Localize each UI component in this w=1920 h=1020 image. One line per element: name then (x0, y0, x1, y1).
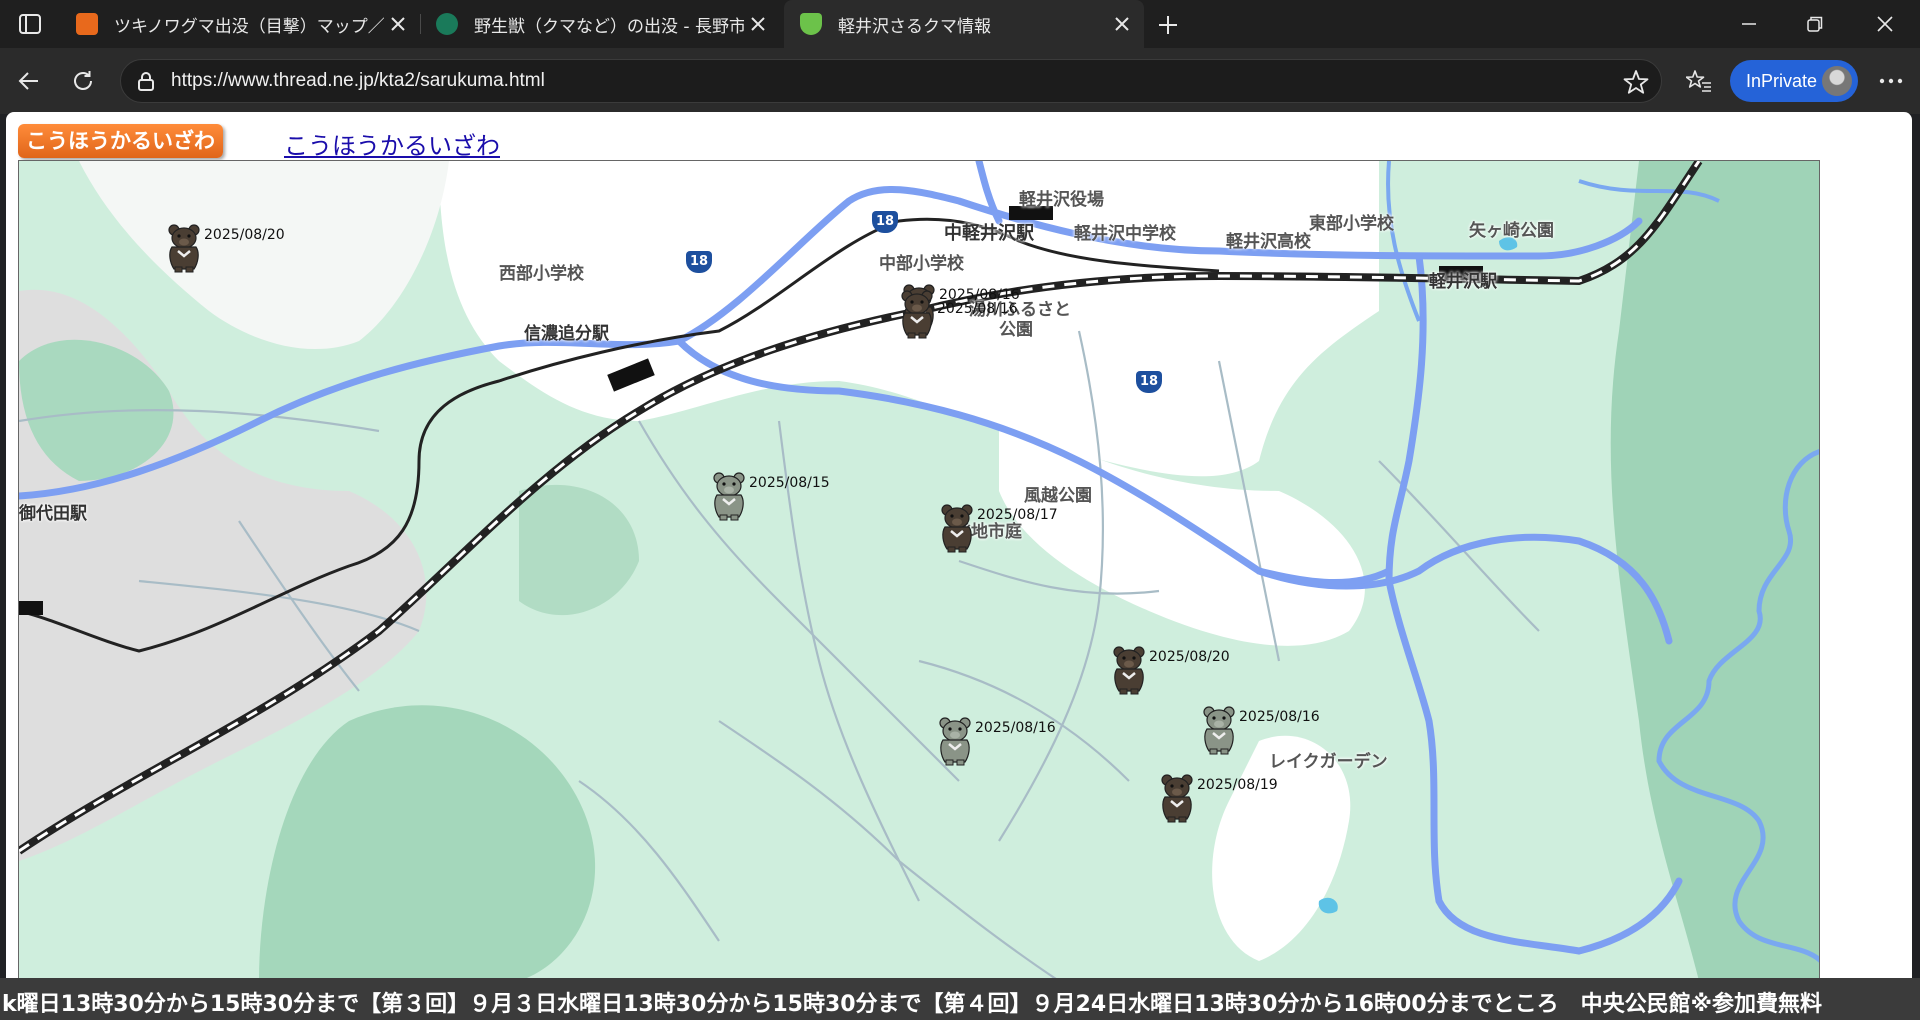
news-ticker: k曜日13時30分から15時30分まで【第３回】９月３日水曜日13時30分から1… (0, 978, 1920, 1020)
map-label-yagasaki-park: 矢ヶ崎公園 (1469, 221, 1554, 241)
tab-title: 野生獣（クマなど）の出没 - 長野市 (474, 16, 744, 37)
bear-sighting-date: 2025/08/17 (977, 507, 1058, 523)
new-tab-button[interactable] (1153, 10, 1183, 40)
tab-close-icon[interactable] (1108, 10, 1136, 38)
bear-sighting-date: 2025/08/16 (1239, 709, 1320, 725)
address-bar[interactable]: https://www.thread.ne.jp/kta2/sarukuma.h… (120, 59, 1662, 103)
minimize-icon (1742, 23, 1756, 25)
bear-sighting-date: 2025/08/19 (1197, 777, 1278, 793)
map-label-karuizawa-jhs: 軽井沢中学校 (1074, 224, 1176, 244)
avatar (1822, 66, 1852, 96)
map-label-karuizawa-station: 軽井沢駅 (1429, 272, 1497, 292)
tab-actions-icon (19, 14, 41, 34)
bear-marker-icon[interactable] (164, 223, 204, 273)
bear-marker-icon[interactable] (937, 503, 977, 553)
bear-marker-icon[interactable] (1199, 705, 1239, 755)
refresh-button[interactable] (64, 62, 102, 100)
map-label-miyota-station: 御代田駅 (19, 504, 87, 524)
map-label-chubu-es: 中部小学校 (879, 254, 964, 274)
bear-marker-icon[interactable] (1109, 645, 1149, 695)
route-18-shield: 18 (1136, 371, 1162, 393)
more-dots-icon (1879, 78, 1903, 84)
tab-bear-map-nagano[interactable]: ツキノワグマ出没（目撃）マップ／長野 (60, 0, 420, 48)
tab-close-icon[interactable] (384, 10, 412, 38)
tab-karuizawa-bear-info[interactable]: 軽井沢さるクマ情報 (784, 0, 1144, 48)
refresh-icon (74, 71, 92, 90)
more-menu-button[interactable] (1872, 62, 1910, 100)
favorite-star-icon[interactable] (1623, 69, 1649, 95)
map-label-shinano-oiwake-station: 信濃追分駅 (524, 324, 609, 344)
tab-actions-button[interactable] (12, 10, 48, 38)
bear-sighting-date: 2025/08/20 (204, 227, 285, 243)
tab-favicon-icon (76, 13, 98, 35)
restore-icon (1807, 16, 1823, 32)
bear-marker-icon[interactable] (1157, 773, 1197, 823)
bear-sighting-date: 2025/08/16 (937, 301, 1018, 317)
bear-marker-icon[interactable] (935, 716, 975, 766)
tab-favicon-icon (436, 13, 458, 35)
inprivate-button[interactable]: InPrivate (1730, 60, 1858, 102)
bear-sighting-date: 2025/08/20 (1149, 649, 1230, 665)
map-label-lake-garden: レイクガーデン (1269, 752, 1388, 772)
tab-strip: ツキノワグマ出没（目撃）マップ／長野 野生獣（クマなど）の出没 - 長野市 軽井… (0, 0, 1920, 48)
close-icon (1877, 16, 1893, 32)
inprivate-label: InPrivate (1746, 71, 1818, 91)
map-label-karuizawa-hs: 軽井沢高校 (1226, 232, 1311, 252)
map-label-yukawa-park-2: 公園 (999, 320, 1033, 340)
favorites-list-icon (1686, 70, 1711, 92)
back-arrow-icon (18, 72, 38, 90)
bear-marker-icon[interactable] (897, 289, 937, 339)
route-18-shield: 18 (872, 211, 898, 233)
map-label-yakuba: 軽井沢役場 (1019, 190, 1104, 210)
favorites-button[interactable] (1680, 62, 1718, 100)
plus-icon (1159, 16, 1177, 34)
bear-sighting-date: 2025/08/15 (749, 475, 830, 491)
page-viewport: こうほうかるいざわ こうほうかるいざわ 18 18 18 軽井沢役場 中軽井沢駅… (6, 112, 1912, 1020)
browser-toolbar: https://www.thread.ne.jp/kta2/sarukuma.h… (0, 48, 1920, 114)
kouhou-badge[interactable]: こうほうかるいざわ (18, 124, 223, 158)
lock-icon[interactable] (135, 70, 157, 92)
tab-favicon-icon (800, 13, 822, 35)
kouhou-link[interactable]: こうほうかるいざわ (284, 126, 500, 161)
minimize-button[interactable] (1716, 0, 1782, 48)
map-label-fuetsu-park: 風越公園 (1024, 486, 1092, 506)
tab-nagano-city-wildlife[interactable]: 野生獣（クマなど）の出没 - 長野市 (420, 0, 780, 48)
map-label-tobu-es: 東部小学校 (1309, 214, 1394, 234)
restore-button[interactable] (1782, 0, 1848, 48)
tab-close-icon[interactable] (744, 10, 772, 38)
bear-sighting-date: 2025/08/16 (975, 720, 1056, 736)
tab-title: 軽井沢さるクマ情報 (838, 16, 991, 37)
bear-marker-icon[interactable] (709, 471, 749, 521)
back-button[interactable] (10, 62, 48, 100)
tab-title: ツキノワグマ出没（目撃）マップ／長野 (114, 16, 384, 37)
route-18-shield: 18 (686, 251, 712, 273)
bear-sighting-map[interactable]: 18 18 18 軽井沢役場 中軽井沢駅 軽井沢中学校 東部小学校 矢ヶ崎公園 … (18, 160, 1820, 980)
url-text[interactable]: https://www.thread.ne.jp/kta2/sarukuma.h… (171, 70, 545, 92)
ticker-text: k曜日13時30分から15時30分まで【第３回】９月３日水曜日13時30分から1… (2, 992, 1823, 1017)
map-label-naka-station: 中軽井沢駅 (944, 223, 1034, 244)
map-label-seibu-es: 西部小学校 (499, 264, 584, 284)
close-window-button[interactable] (1852, 0, 1918, 48)
